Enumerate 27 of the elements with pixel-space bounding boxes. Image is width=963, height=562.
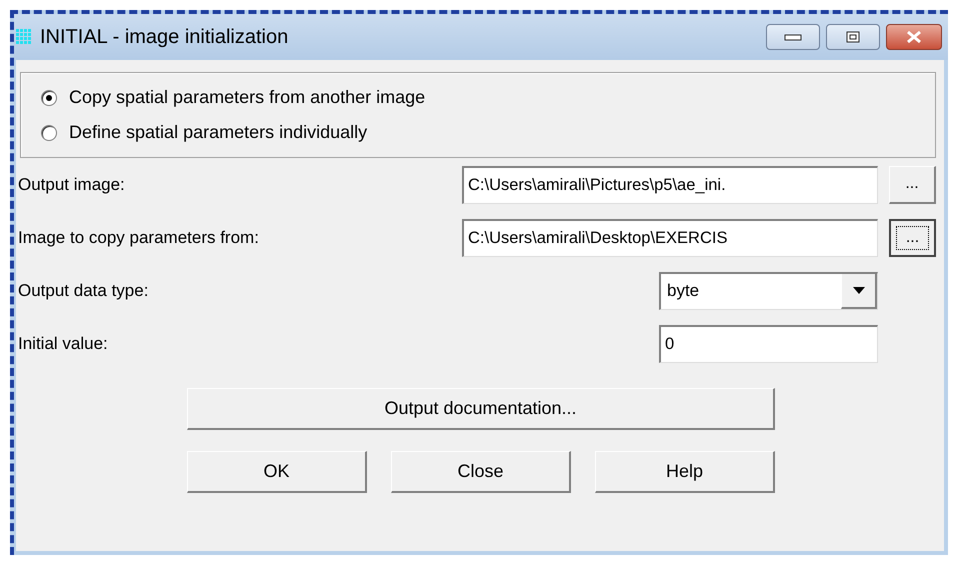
minimize-button[interactable] bbox=[766, 24, 820, 50]
close-button[interactable] bbox=[886, 24, 942, 50]
browse-button[interactable]: ... bbox=[889, 166, 936, 204]
maximize-button[interactable] bbox=[826, 24, 880, 50]
initial-value-field[interactable]: 0 bbox=[659, 324, 878, 362]
dropdown-arrow-icon[interactable] bbox=[852, 286, 864, 294]
radio-label[interactable]: Define spatial parameters individually bbox=[69, 122, 368, 143]
dialog-button[interactable]: OK bbox=[187, 451, 367, 493]
path-field[interactable]: C:\Users\amirali\Pictures\p5\ae_ini. bbox=[462, 166, 878, 204]
dialog-button[interactable]: Close bbox=[391, 451, 571, 493]
minimize-icon[interactable] bbox=[784, 33, 802, 41]
documentation-button[interactable]: Output documentation... bbox=[187, 388, 775, 430]
field-label: Output data type: bbox=[18, 280, 150, 300]
field-label: Image to copy parameters from: bbox=[18, 228, 260, 248]
radio-label[interactable]: Copy spatial parameters from another image bbox=[69, 87, 426, 108]
field-label: Output image: bbox=[18, 174, 126, 194]
radio-button[interactable] bbox=[41, 90, 57, 106]
maximize-icon[interactable] bbox=[846, 31, 860, 43]
close-icon[interactable] bbox=[906, 30, 922, 44]
data-type-dropdown[interactable]: byte bbox=[659, 272, 878, 310]
grid-icon bbox=[16, 29, 32, 45]
dialog-button[interactable]: Help bbox=[595, 451, 775, 493]
browse-button[interactable]: ... bbox=[889, 218, 936, 256]
path-field[interactable]: C:\Users\amirali\Desktop\EXERCIS bbox=[462, 218, 878, 256]
field-label: Initial value: bbox=[18, 334, 109, 354]
window-title: INITIAL - image initialization bbox=[40, 26, 290, 48]
radio-button[interactable] bbox=[41, 124, 57, 140]
